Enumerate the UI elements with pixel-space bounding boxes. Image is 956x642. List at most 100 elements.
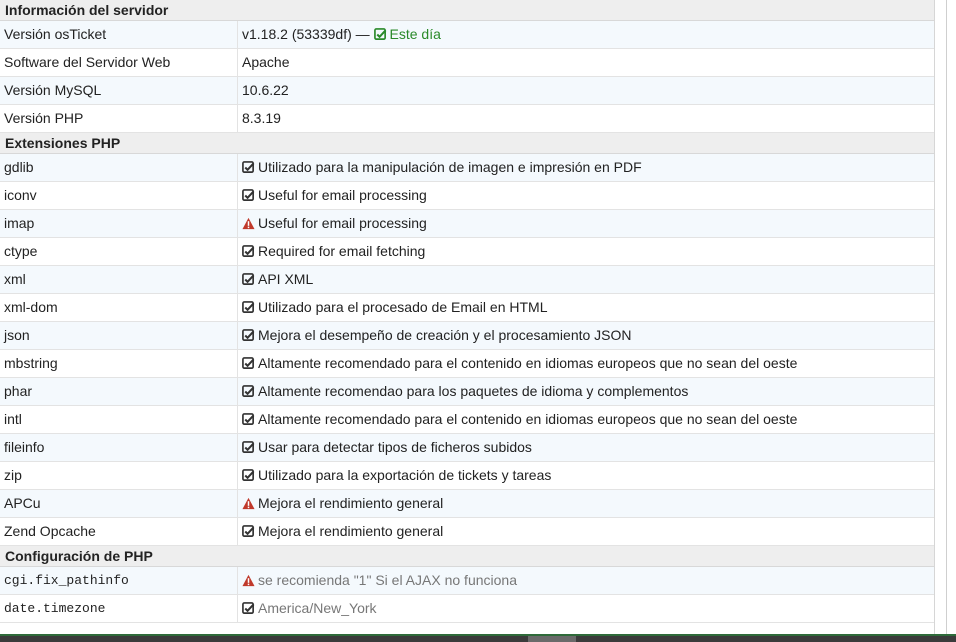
extension-description: Useful for email processing xyxy=(258,215,427,231)
table-row: iconv Useful for email processing xyxy=(0,182,934,210)
table-row: zip Utilizado para la exportación de tick… xyxy=(0,462,934,490)
table-row: Versión MySQL 10.6.22 xyxy=(0,77,934,105)
row-value: Useful for email processing xyxy=(238,210,934,237)
row-value: 8.3.19 xyxy=(242,110,281,126)
row-label: zip xyxy=(0,462,238,489)
row-label: ctype xyxy=(0,238,238,265)
row-label: cgi.fix_pathinfo xyxy=(0,567,238,594)
table-row: json Mejora el desempeño de creación y el… xyxy=(0,322,934,350)
warning-triangle-icon xyxy=(242,497,255,510)
check-square-icon xyxy=(242,189,255,201)
row-value: Useful for email processing xyxy=(238,182,934,209)
check-square-icon xyxy=(242,301,255,313)
extension-description: Utilizado para el procesado de Email en … xyxy=(258,299,548,315)
row-label: phar xyxy=(0,378,238,405)
config-note: se recomienda "1" Si el AJAX no funciona xyxy=(258,572,517,588)
check-square-icon xyxy=(242,469,255,481)
table-row: gdlib Utilizado para la manipulación de i… xyxy=(0,154,934,182)
row-value: Utilizado para la exportación de tickets… xyxy=(238,462,934,489)
row-value: Altamente recomendado para el contenido … xyxy=(238,406,934,433)
table-row: cgi.fix_pathinfo se recomienda "1" Si el… xyxy=(0,567,934,595)
extension-description: Altamente recomendao para los paquetes d… xyxy=(258,383,689,399)
taskbar xyxy=(0,634,956,642)
check-square-icon xyxy=(242,329,255,341)
row-label: date.timezone xyxy=(0,595,238,622)
extension-description: Utilizado para la exportación de tickets… xyxy=(258,467,552,483)
row-label: Versión PHP xyxy=(0,105,238,132)
check-square-icon xyxy=(242,602,255,614)
extension-description: Mejora el rendimiento general xyxy=(258,495,444,511)
table-row: Software del Servidor Web Apache xyxy=(0,49,934,77)
row-label: imap xyxy=(0,210,238,237)
extension-description: API XML xyxy=(258,271,314,287)
row-label: fileinfo xyxy=(0,434,238,461)
extension-description: Required for email fetching xyxy=(258,243,426,259)
row-value: Altamente recomendao para los paquetes d… xyxy=(238,378,934,405)
row-label: Versión osTicket xyxy=(0,21,238,48)
check-square-icon xyxy=(242,413,255,425)
row-label: json xyxy=(0,322,238,349)
table-row: xml API XML xyxy=(0,266,934,294)
table-row: APCu Mejora el rendimiento general xyxy=(0,490,934,518)
row-label: gdlib xyxy=(0,154,238,181)
extension-description: Mejora el desempeño de creación y el pro… xyxy=(258,327,632,343)
extension-description: Altamente recomendado para el contenido … xyxy=(258,411,798,427)
row-label: Software del Servidor Web xyxy=(0,49,238,76)
table-row: fileinfo Usar para detectar tipos de fich… xyxy=(0,434,934,462)
row-value: se recomienda "1" Si el AJAX no funciona xyxy=(238,567,934,594)
check-square-icon xyxy=(242,273,255,285)
version-text: v1.18.2 (53339df) — xyxy=(242,26,370,42)
check-square-icon xyxy=(373,28,386,40)
table-row: intl Altamente recomendado para el conten… xyxy=(0,406,934,434)
table-row: Zend Opcache Mejora el rendimiento genera… xyxy=(0,518,934,546)
row-label: xml-dom xyxy=(0,294,238,321)
row-value: Mejora el rendimiento general xyxy=(238,490,934,517)
row-label: xml xyxy=(0,266,238,293)
gutter-divider xyxy=(946,0,947,634)
table-row: xml-dom Utilizado para el procesado de Em… xyxy=(0,294,934,322)
row-label: Zend Opcache xyxy=(0,518,238,545)
extension-description: Useful for email processing xyxy=(258,187,427,203)
table-row: phar Altamente recomendao para los paquet… xyxy=(0,378,934,406)
section-header-extensions: Extensiones PHP xyxy=(0,133,934,154)
row-value: Required for email fetching xyxy=(238,238,934,265)
table-row: ctype Required for email fetching xyxy=(0,238,934,266)
check-square-icon xyxy=(242,161,255,173)
table-row: Versión osTicket v1.18.2 (53339df) — Est… xyxy=(0,21,934,49)
row-label: Versión MySQL xyxy=(0,77,238,104)
row-label: intl xyxy=(0,406,238,433)
row-value: Usar para detectar tipos de ficheros sub… xyxy=(238,434,934,461)
version-status: Este día xyxy=(373,26,441,42)
check-square-icon xyxy=(242,245,255,257)
row-value: Mejora el desempeño de creación y el pro… xyxy=(238,322,934,349)
table-row: imap Useful for email processing xyxy=(0,210,934,238)
check-square-icon xyxy=(242,385,255,397)
extension-description: Mejora el rendimiento general xyxy=(258,523,444,539)
extension-description: Altamente recomendado para el contenido … xyxy=(258,355,798,371)
taskbar-accent xyxy=(0,634,956,636)
taskbar-tab[interactable] xyxy=(528,636,576,642)
check-square-icon xyxy=(242,441,255,453)
check-square-icon xyxy=(242,357,255,369)
status-label: Este día xyxy=(389,26,441,42)
row-value: Apache xyxy=(242,54,290,70)
row-value: Utilizado para el procesado de Email en … xyxy=(238,294,934,321)
table-row: Versión PHP 8.3.19 xyxy=(0,105,934,133)
extension-description: Usar para detectar tipos de ficheros sub… xyxy=(258,439,532,455)
row-value: API XML xyxy=(238,266,934,293)
config-note: America/New_York xyxy=(258,600,377,616)
row-value: America/New_York xyxy=(238,595,934,622)
row-value: Altamente recomendado para el contenido … xyxy=(238,350,934,377)
row-value: Mejora el rendimiento general xyxy=(238,518,934,545)
row-label: iconv xyxy=(0,182,238,209)
warning-triangle-icon xyxy=(242,574,255,587)
check-square-icon xyxy=(242,525,255,537)
row-label: APCu xyxy=(0,490,238,517)
extension-description: Utilizado para la manipulación de imagen… xyxy=(258,159,642,175)
row-label: mbstring xyxy=(0,350,238,377)
table-row: date.timezone America/New_York xyxy=(0,595,934,623)
table-row: mbstring Altamente recomendado para el co… xyxy=(0,350,934,378)
section-header-php-config: Configuración de PHP xyxy=(0,546,934,567)
system-info-panel: Información del servidor Versión osTicke… xyxy=(0,0,935,634)
section-header-server: Información del servidor xyxy=(0,0,934,21)
